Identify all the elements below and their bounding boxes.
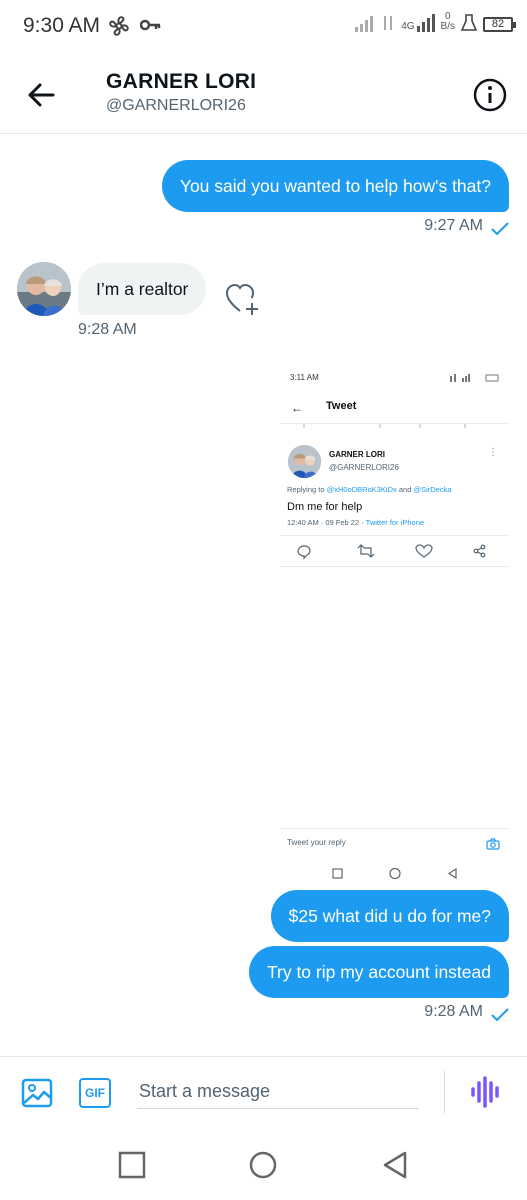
net-speed: 0 B/s	[441, 12, 455, 32]
shot-camera-icon	[486, 838, 500, 850]
message-time: 9:28 AM	[424, 1003, 483, 1020]
flask-icon	[461, 14, 477, 31]
contact-name[interactable]: GARNER LORI	[106, 70, 256, 94]
shot-handle: @GARNERLORI26	[329, 463, 399, 472]
contact-handle[interactable]: @GARNERLORI26	[106, 97, 246, 115]
sent-check-icon	[491, 1008, 509, 1022]
shot-avatar	[288, 445, 321, 478]
shot-meta-source: Twitter for iPhone	[365, 518, 425, 527]
shot-nav-bar	[332, 867, 457, 880]
message-time: 9:27 AM	[424, 217, 483, 234]
message-bubble[interactable]: You said you wanted to help how's that?	[161, 160, 509, 212]
voice-icon[interactable]	[470, 1075, 502, 1109]
conversation-header: GARNER LORI @GARNERLORI26	[0, 54, 527, 134]
shot-replying-to: Replying to @xH0oDBRoK3KiDx and @SirDeck…	[287, 485, 452, 494]
shot-divider	[280, 535, 510, 536]
system-nav-bar	[0, 1128, 527, 1200]
shot-compose-placeholder: Tweet your reply	[287, 838, 346, 847]
contact-avatar[interactable]	[17, 262, 71, 316]
shot-status-icons	[450, 374, 499, 382]
shot-back-arrow-icon: ←	[291, 401, 303, 415]
status-time: 9:30 AM	[23, 14, 101, 37]
home-icon[interactable]	[248, 1150, 278, 1180]
message-bubble-incoming[interactable]: I’m a realtor	[78, 263, 207, 315]
sent-check-icon	[491, 222, 509, 236]
shot-divider	[280, 828, 510, 829]
back-nav-icon[interactable]	[380, 1150, 410, 1180]
message-bubble[interactable]: Try to rip my account instead	[248, 946, 509, 998]
shot-divider	[280, 566, 510, 567]
composer-divider	[444, 1071, 445, 1113]
shot-reply-and: and	[398, 485, 412, 494]
shot-tweet-text: Dm me for help	[287, 501, 363, 513]
key-icon	[140, 19, 161, 31]
message-bubble[interactable]: $25 what did u do for me?	[270, 890, 509, 942]
recent-apps-icon[interactable]	[117, 1150, 147, 1180]
image-icon[interactable]	[21, 1078, 53, 1108]
gif-icon[interactable]: GIF	[79, 1078, 111, 1108]
message-input[interactable]	[137, 1075, 419, 1109]
message-time: 9:28 AM	[78, 321, 137, 338]
shot-name: GARNER LORI	[329, 450, 385, 459]
message-image[interactable]: 3:11 AM ← Tweet GARNER LORI @GARNERLORI2…	[280, 363, 510, 885]
signal-icon	[355, 16, 374, 32]
net-speed-unit: B/s	[440, 21, 455, 32]
message-composer: GIF	[0, 1056, 527, 1128]
fan-icon	[109, 16, 129, 36]
mobile-signal: 4G	[401, 14, 435, 32]
shot-title: Tweet	[326, 400, 357, 412]
network-type: 4G	[401, 21, 415, 32]
status-bar: 9:30 AM 4G 0 B/s 82	[0, 0, 527, 54]
avatar-photo	[17, 262, 71, 316]
shot-reply-prefix: Replying to	[287, 485, 325, 494]
like-message-icon[interactable]	[226, 284, 260, 316]
battery-icon: 82	[483, 17, 516, 32]
info-icon[interactable]	[473, 78, 507, 112]
shot-status-time: 3:11 AM	[290, 373, 319, 382]
shot-action-icons	[297, 544, 486, 560]
status-right: 4G 0 B/s 82	[355, 12, 516, 32]
shot-reply-user2: @SirDecka	[413, 485, 452, 494]
transfer-icon	[384, 16, 393, 30]
shot-meta-time: 12:40 AM · 09 Feb 22 ·	[287, 518, 364, 527]
shot-tweet-meta: 12:40 AM · 09 Feb 22 · Twitter for iPhon…	[287, 518, 424, 527]
back-arrow-icon[interactable]	[26, 80, 56, 110]
shot-more-icon: ⋮	[488, 447, 498, 458]
shot-faded-actions	[303, 424, 466, 428]
signal-bars-icon	[416, 14, 435, 32]
shot-reply-user1: @xH0oDBRoK3KiDx	[326, 485, 397, 494]
